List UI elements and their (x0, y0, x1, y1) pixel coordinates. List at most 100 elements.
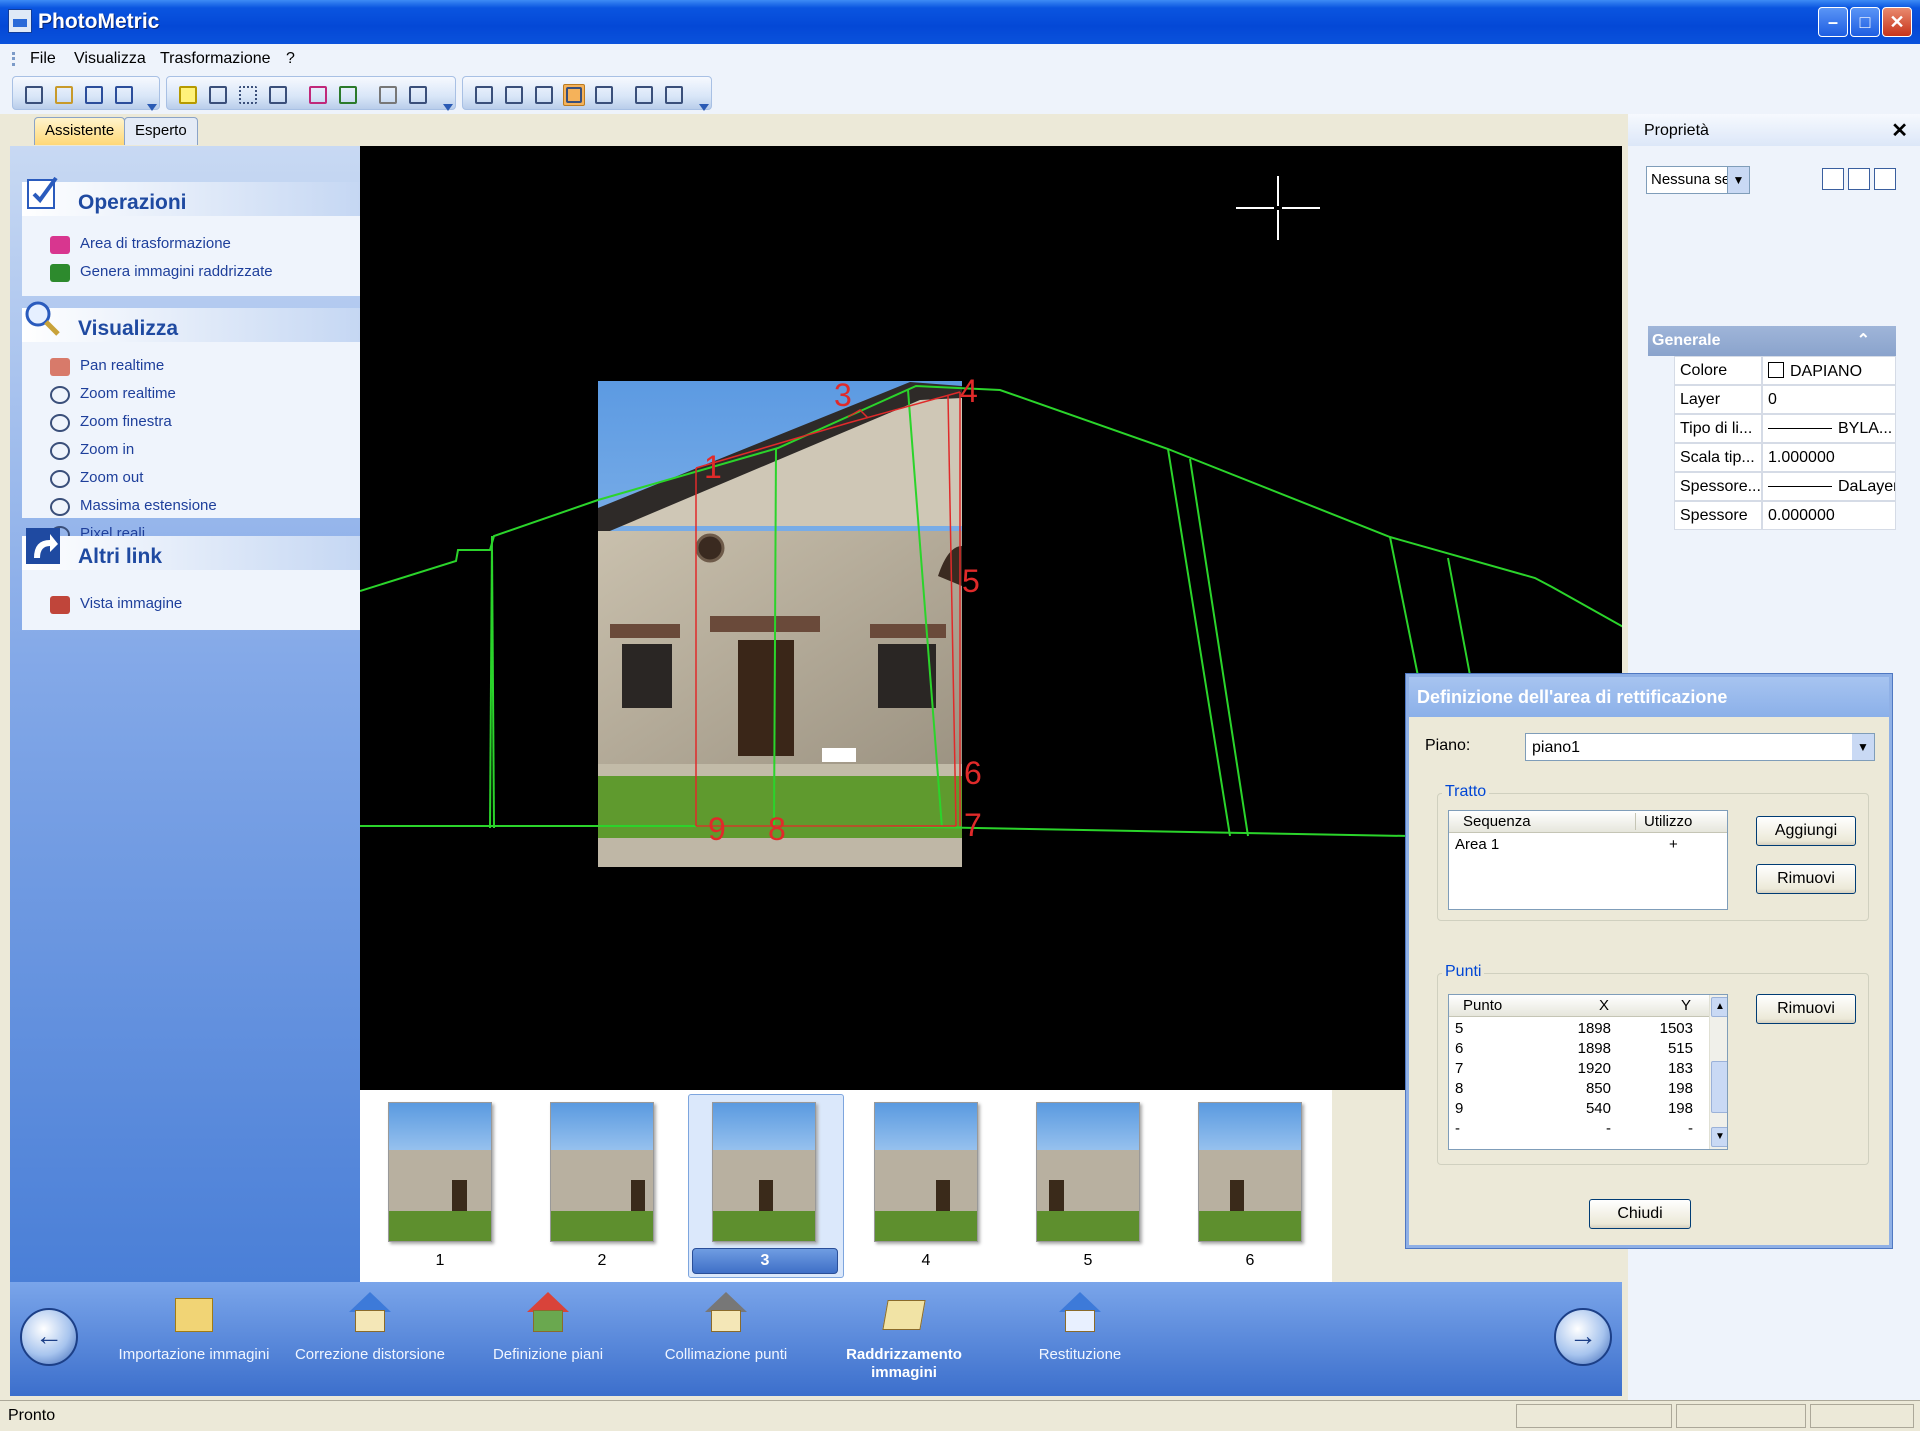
pickadd-icon[interactable] (1874, 168, 1896, 190)
close-icon[interactable]: ✕ (1891, 118, 1908, 143)
property-value: DAPIANO (1762, 356, 1896, 385)
previous-step-button[interactable]: ← (20, 1308, 78, 1366)
step-restituzione[interactable]: Restituzione (1000, 1290, 1160, 1364)
column-header[interactable]: Punto (1463, 997, 1502, 1014)
property-row[interactable]: Colore DAPIANO (1674, 356, 1896, 385)
tab-esperto[interactable]: Esperto (124, 117, 198, 145)
list-item[interactable]: 8 850 198 (1449, 1079, 1711, 1099)
split-vertical-icon[interactable] (633, 84, 655, 106)
punti-list[interactable]: Punto X Y 5 1898 1503 6 1898 515 7 1920 … (1448, 994, 1728, 1150)
step-definizione-piani[interactable]: Definizione piani (468, 1290, 628, 1364)
list-item[interactable]: 7 1920 183 (1449, 1059, 1711, 1079)
property-value: 0.000000 (1762, 501, 1896, 530)
status-bar: Pronto (0, 1400, 1920, 1431)
minimize-button[interactable]: – (1818, 7, 1848, 37)
select-objects-icon[interactable] (1848, 168, 1870, 190)
thumbnail-6[interactable] (1198, 1102, 1302, 1242)
list-item[interactable]: Area 1 + (1449, 835, 1727, 855)
scroll-thumb[interactable] (1711, 1061, 1727, 1113)
new-icon[interactable] (23, 84, 45, 106)
aggiungi-button[interactable]: Aggiungi (1756, 816, 1856, 846)
title-bar[interactable]: PhotoMetric – □ ✕ (0, 0, 1920, 44)
list-item[interactable]: 6 1898 515 (1449, 1039, 1711, 1059)
column-header[interactable]: Sequenza (1463, 813, 1531, 830)
step-raddrizzamento[interactable]: Raddrizzamento immagini (824, 1290, 984, 1382)
save-icon[interactable] (83, 84, 105, 106)
camera-icon[interactable] (377, 84, 399, 106)
split-horizontal-icon[interactable] (663, 84, 685, 106)
point-label: 9 (708, 811, 726, 847)
piano-value: piano1 (1532, 739, 1581, 756)
toolbar-overflow-icon[interactable] (443, 104, 453, 111)
rectify-icon[interactable] (337, 84, 359, 106)
console-icon[interactable] (593, 84, 615, 106)
category-generale[interactable]: Generale ⌃ (1648, 326, 1896, 356)
marker-2-icon[interactable] (533, 84, 555, 106)
property-row[interactable]: Scala tip... 1.000000 (1674, 443, 1896, 472)
menu-visualizza[interactable]: Visualizza (74, 50, 146, 68)
menu-file[interactable]: File (30, 50, 56, 68)
dialog-title[interactable]: Definizione dell'area di rettificazione (1409, 677, 1889, 717)
zoom-extents-icon (50, 498, 70, 516)
close-button[interactable]: ✕ (1882, 7, 1912, 37)
property-row[interactable]: Tipo di li... BYLA... (1674, 414, 1896, 443)
column-header[interactable]: Utilizzo (1635, 813, 1692, 830)
quick-select-icon[interactable] (1822, 168, 1844, 190)
sequenza-cell: Area 1 (1455, 836, 1500, 853)
selection-value: Nessuna se (1651, 171, 1731, 188)
points-icon[interactable] (237, 84, 259, 106)
linetype-sample-icon (1768, 428, 1832, 430)
list-item[interactable]: 5 1898 1503 (1449, 1019, 1711, 1039)
step-collimazione[interactable]: Collimazione punti (646, 1290, 806, 1364)
maximize-button[interactable]: □ (1850, 7, 1880, 37)
list-item[interactable]: - - - (1449, 1119, 1711, 1139)
tratto-list[interactable]: Sequenza Utilizzo Area 1 + (1448, 810, 1728, 910)
polygon-icon[interactable] (267, 84, 289, 106)
marker-icon[interactable] (503, 84, 525, 106)
thumbnail-5[interactable] (1036, 1102, 1140, 1242)
camera-settings-icon[interactable] (407, 84, 429, 106)
step-correzione[interactable]: Correzione distorsione (290, 1290, 450, 1364)
group-header[interactable]: Operazioni (22, 176, 360, 216)
next-step-button[interactable]: → (1554, 1308, 1612, 1366)
property-row[interactable]: Spessore 0.000000 (1674, 501, 1896, 530)
thumbnail-label: 2 (597, 1252, 607, 1269)
rectify-icon (50, 264, 70, 282)
column-header[interactable]: Y (1681, 997, 1691, 1014)
property-name: Tipo di li... (1674, 414, 1762, 443)
menu-trasformazione[interactable]: Trasformazione (160, 50, 271, 68)
scroll-up-icon[interactable]: ▲ (1711, 997, 1727, 1017)
rimuovi-punti-button[interactable]: Rimuovi (1756, 994, 1856, 1024)
align-icon[interactable] (473, 84, 495, 106)
scroll-down-icon[interactable]: ▼ (1711, 1127, 1727, 1147)
column-header[interactable]: X (1599, 997, 1609, 1014)
property-row[interactable]: Spessore... DaLayer (1674, 472, 1896, 501)
group-header[interactable]: Altri link (22, 528, 360, 570)
chiudi-button[interactable]: Chiudi (1589, 1199, 1691, 1229)
punti-scrollbar[interactable]: ▲ ▼ (1709, 995, 1727, 1149)
property-row[interactable]: Layer 0 (1674, 385, 1896, 414)
step-importazione[interactable]: Importazione immagini (114, 1290, 274, 1364)
thumbnail-4[interactable] (874, 1102, 978, 1242)
thumbnail-2[interactable] (550, 1102, 654, 1242)
toolbar-overflow-icon[interactable] (147, 104, 157, 111)
piano-dropdown[interactable]: piano1 ▼ (1525, 733, 1875, 761)
save-as-icon[interactable] (113, 84, 135, 106)
thumbnail-3[interactable] (712, 1102, 816, 1242)
toolbar-overflow-icon[interactable] (699, 104, 709, 111)
house-correction-icon (347, 1290, 393, 1334)
group-altri-link: Altri link Vista immagine (22, 528, 360, 630)
tab-assistente[interactable]: Assistente (34, 117, 126, 145)
image-view-icon[interactable] (563, 84, 585, 106)
property-name: Layer (1674, 385, 1762, 414)
transform-area-icon[interactable] (307, 84, 329, 106)
open-icon[interactable] (53, 84, 75, 106)
thumbnail-1[interactable] (388, 1102, 492, 1242)
menu-help[interactable]: ? (286, 50, 295, 68)
area-icon[interactable] (177, 84, 199, 106)
list-item[interactable]: 9 540 198 (1449, 1099, 1711, 1119)
rectangle-icon[interactable] (207, 84, 229, 106)
group-header[interactable]: Visualizza (22, 301, 360, 342)
selection-dropdown[interactable]: Nessuna se ▼ (1646, 166, 1750, 194)
rimuovi-tratto-button[interactable]: Rimuovi (1756, 864, 1856, 894)
